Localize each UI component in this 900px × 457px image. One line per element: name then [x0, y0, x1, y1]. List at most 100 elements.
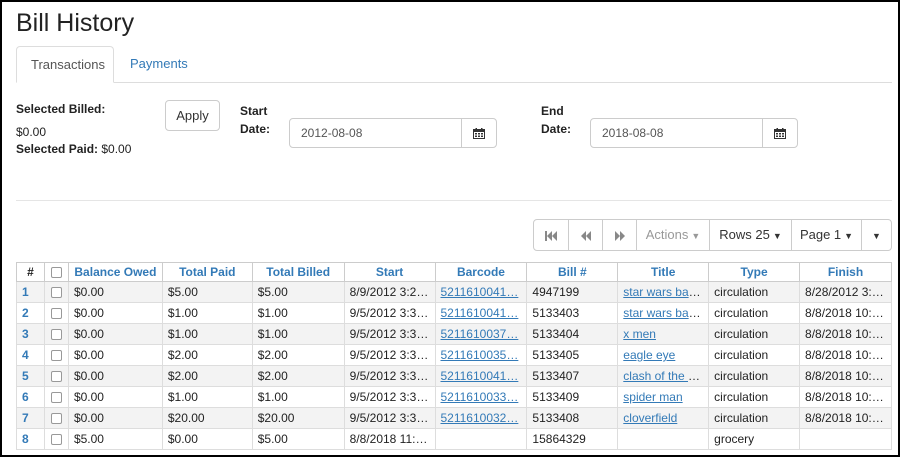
- row-number[interactable]: 8: [16, 428, 45, 450]
- table-row[interactable]: 8 $5.00 $0.00 $5.00 8/8/2018 11:… 15864329 gro…: [16, 428, 892, 450]
- table-row[interactable]: 5 $0.00 $2.00 $2.00 9/5/2012 3:3… 5211610041……: [16, 365, 892, 387]
- col-header-total-paid[interactable]: Total Paid: [161, 262, 253, 282]
- row-checkbox[interactable]: [50, 350, 62, 362]
- barcode-link[interactable]: 5211610041…: [441, 285, 519, 299]
- rows-label: Rows 25: [719, 227, 770, 242]
- barcode-link[interactable]: 5211610033…: [441, 390, 519, 404]
- selected-paid-label: Selected Paid:: [16, 142, 99, 156]
- row-checkbox[interactable]: [50, 434, 62, 446]
- col-header-num[interactable]: #: [16, 262, 45, 282]
- start-cell: 9/5/2012 3:3…: [343, 323, 436, 345]
- tab-payments[interactable]: Payments: [116, 46, 202, 83]
- col-header-finish[interactable]: Finish: [799, 262, 892, 282]
- row-number[interactable]: 6: [16, 386, 45, 408]
- bill-number-cell: 5133409: [526, 386, 619, 408]
- barcode-link[interactable]: 5211610035…: [441, 348, 519, 362]
- row-select-cell: [43, 323, 69, 345]
- title-link[interactable]: eagle eye: [623, 348, 675, 362]
- title-link[interactable]: x men: [623, 327, 656, 341]
- col-header-title[interactable]: Title: [617, 262, 710, 282]
- start-cell: 8/8/2018 11:…: [343, 428, 436, 450]
- total-paid-cell: $5.00: [161, 281, 253, 303]
- row-checkbox[interactable]: [50, 329, 62, 341]
- title-link[interactable]: clash of the ti…: [623, 369, 706, 383]
- row-number[interactable]: 7: [16, 407, 45, 429]
- row-checkbox[interactable]: [50, 392, 62, 404]
- table-toolbar: Actions ▼ Rows 25 ▼ Page 1 ▼ ▼: [533, 219, 892, 251]
- start-date-label: Start Date:: [240, 102, 270, 138]
- bill-number-cell: 4947199: [526, 281, 619, 303]
- tab-transactions[interactable]: Transactions: [16, 46, 114, 83]
- row-checkbox[interactable]: [50, 287, 62, 299]
- rows-dropdown[interactable]: Rows 25 ▼: [710, 220, 792, 250]
- table-row[interactable]: 7 $0.00 $20.00 $20.00 9/5/2012 3:3… 521161003…: [16, 407, 892, 429]
- selected-billed-value: $0.00: [16, 125, 47, 139]
- total-paid-cell: $1.00: [161, 302, 253, 324]
- end-date-label-line2: Date:: [541, 122, 572, 136]
- type-cell: grocery: [708, 428, 801, 450]
- end-date-picker-button[interactable]: [762, 119, 797, 147]
- col-header-bill-number[interactable]: Bill #: [526, 262, 619, 282]
- actions-dropdown[interactable]: Actions ▼: [637, 220, 710, 250]
- barcode-link[interactable]: 5211610032…: [441, 411, 519, 425]
- end-date-input[interactable]: [591, 119, 763, 147]
- start-cell: 8/9/2012 3:2…: [343, 281, 436, 303]
- col-header-balance-owed[interactable]: Balance Owed: [67, 262, 163, 282]
- row-checkbox[interactable]: [50, 413, 62, 425]
- barcode-link[interactable]: 5211610041…: [441, 306, 519, 320]
- table-row[interactable]: 1 $0.00 $5.00 $5.00 8/9/2012 3:2… 5211610041……: [16, 281, 892, 303]
- total-billed-cell: $1.00: [251, 323, 345, 345]
- title-link[interactable]: star wars batt…: [623, 285, 707, 299]
- finish-cell: 8/28/2012 3:…: [799, 281, 892, 303]
- barcode-link[interactable]: 5211610037…: [441, 327, 519, 341]
- start-date-input[interactable]: [290, 119, 462, 147]
- table-row[interactable]: 6 $0.00 $1.00 $1.00 9/5/2012 3:3… 5211610033……: [16, 386, 892, 408]
- caret-down-icon: ▼: [772, 231, 782, 241]
- total-paid-cell: $1.00: [161, 386, 253, 408]
- table-row[interactable]: 2 $0.00 $1.00 $1.00 9/5/2012 3:3… 5211610041……: [16, 302, 892, 324]
- table-row[interactable]: 3 $0.00 $1.00 $1.00 9/5/2012 3:3… 5211610037……: [16, 323, 892, 345]
- row-number[interactable]: 3: [16, 323, 45, 345]
- row-number[interactable]: 5: [16, 365, 45, 387]
- previous-page-icon: [580, 230, 591, 241]
- row-number[interactable]: 1: [16, 281, 45, 303]
- row-number[interactable]: 2: [16, 302, 45, 324]
- col-header-barcode[interactable]: Barcode: [434, 262, 528, 282]
- type-cell: circulation: [708, 323, 801, 345]
- table-row[interactable]: 4 $0.00 $2.00 $2.00 9/5/2012 3:3… 5211610035……: [16, 344, 892, 366]
- start-cell: 9/5/2012 3:3…: [343, 407, 436, 429]
- balance-owed-cell: $0.00: [67, 407, 163, 429]
- start-date-picker-button[interactable]: [461, 119, 496, 147]
- caret-down-icon: ▼: [691, 231, 701, 241]
- title-cell: spider man: [617, 386, 710, 408]
- previous-page-button[interactable]: [569, 220, 603, 250]
- row-number[interactable]: 4: [16, 344, 45, 366]
- col-header-total-billed[interactable]: Total Billed: [251, 262, 345, 282]
- row-checkbox[interactable]: [50, 371, 62, 383]
- next-page-button[interactable]: [603, 220, 637, 250]
- barcode-cell: 5211610033…: [434, 386, 528, 408]
- balance-owed-cell: $0.00: [67, 365, 163, 387]
- col-header-start[interactable]: Start: [343, 262, 436, 282]
- title-link[interactable]: star wars batt…: [623, 306, 707, 320]
- page-dropdown[interactable]: Page 1 ▼: [792, 220, 862, 250]
- select-all-checkbox[interactable]: [50, 267, 62, 279]
- barcode-link[interactable]: 5211610041…: [441, 369, 519, 383]
- end-date-label: End Date:: [541, 102, 571, 138]
- title-cell: eagle eye: [617, 344, 710, 366]
- total-billed-cell: $20.00: [251, 407, 345, 429]
- finish-cell: 8/8/2018 10:…: [799, 386, 892, 408]
- barcode-cell: 5211610041…: [434, 281, 528, 303]
- col-header-select[interactable]: [43, 262, 69, 282]
- apply-button[interactable]: Apply: [165, 100, 220, 131]
- first-page-button[interactable]: [534, 220, 569, 250]
- more-options-button[interactable]: ▼: [862, 220, 891, 250]
- title-cell: clash of the ti…: [617, 365, 710, 387]
- selected-billed-label: Selected Billed:: [16, 102, 106, 116]
- col-header-type[interactable]: Type: [708, 262, 801, 282]
- next-page-icon: [614, 230, 625, 241]
- title-link[interactable]: spider man: [623, 390, 682, 404]
- title-cell: x men: [617, 323, 710, 345]
- row-checkbox[interactable]: [50, 308, 62, 320]
- title-link[interactable]: cloverfield: [623, 411, 677, 425]
